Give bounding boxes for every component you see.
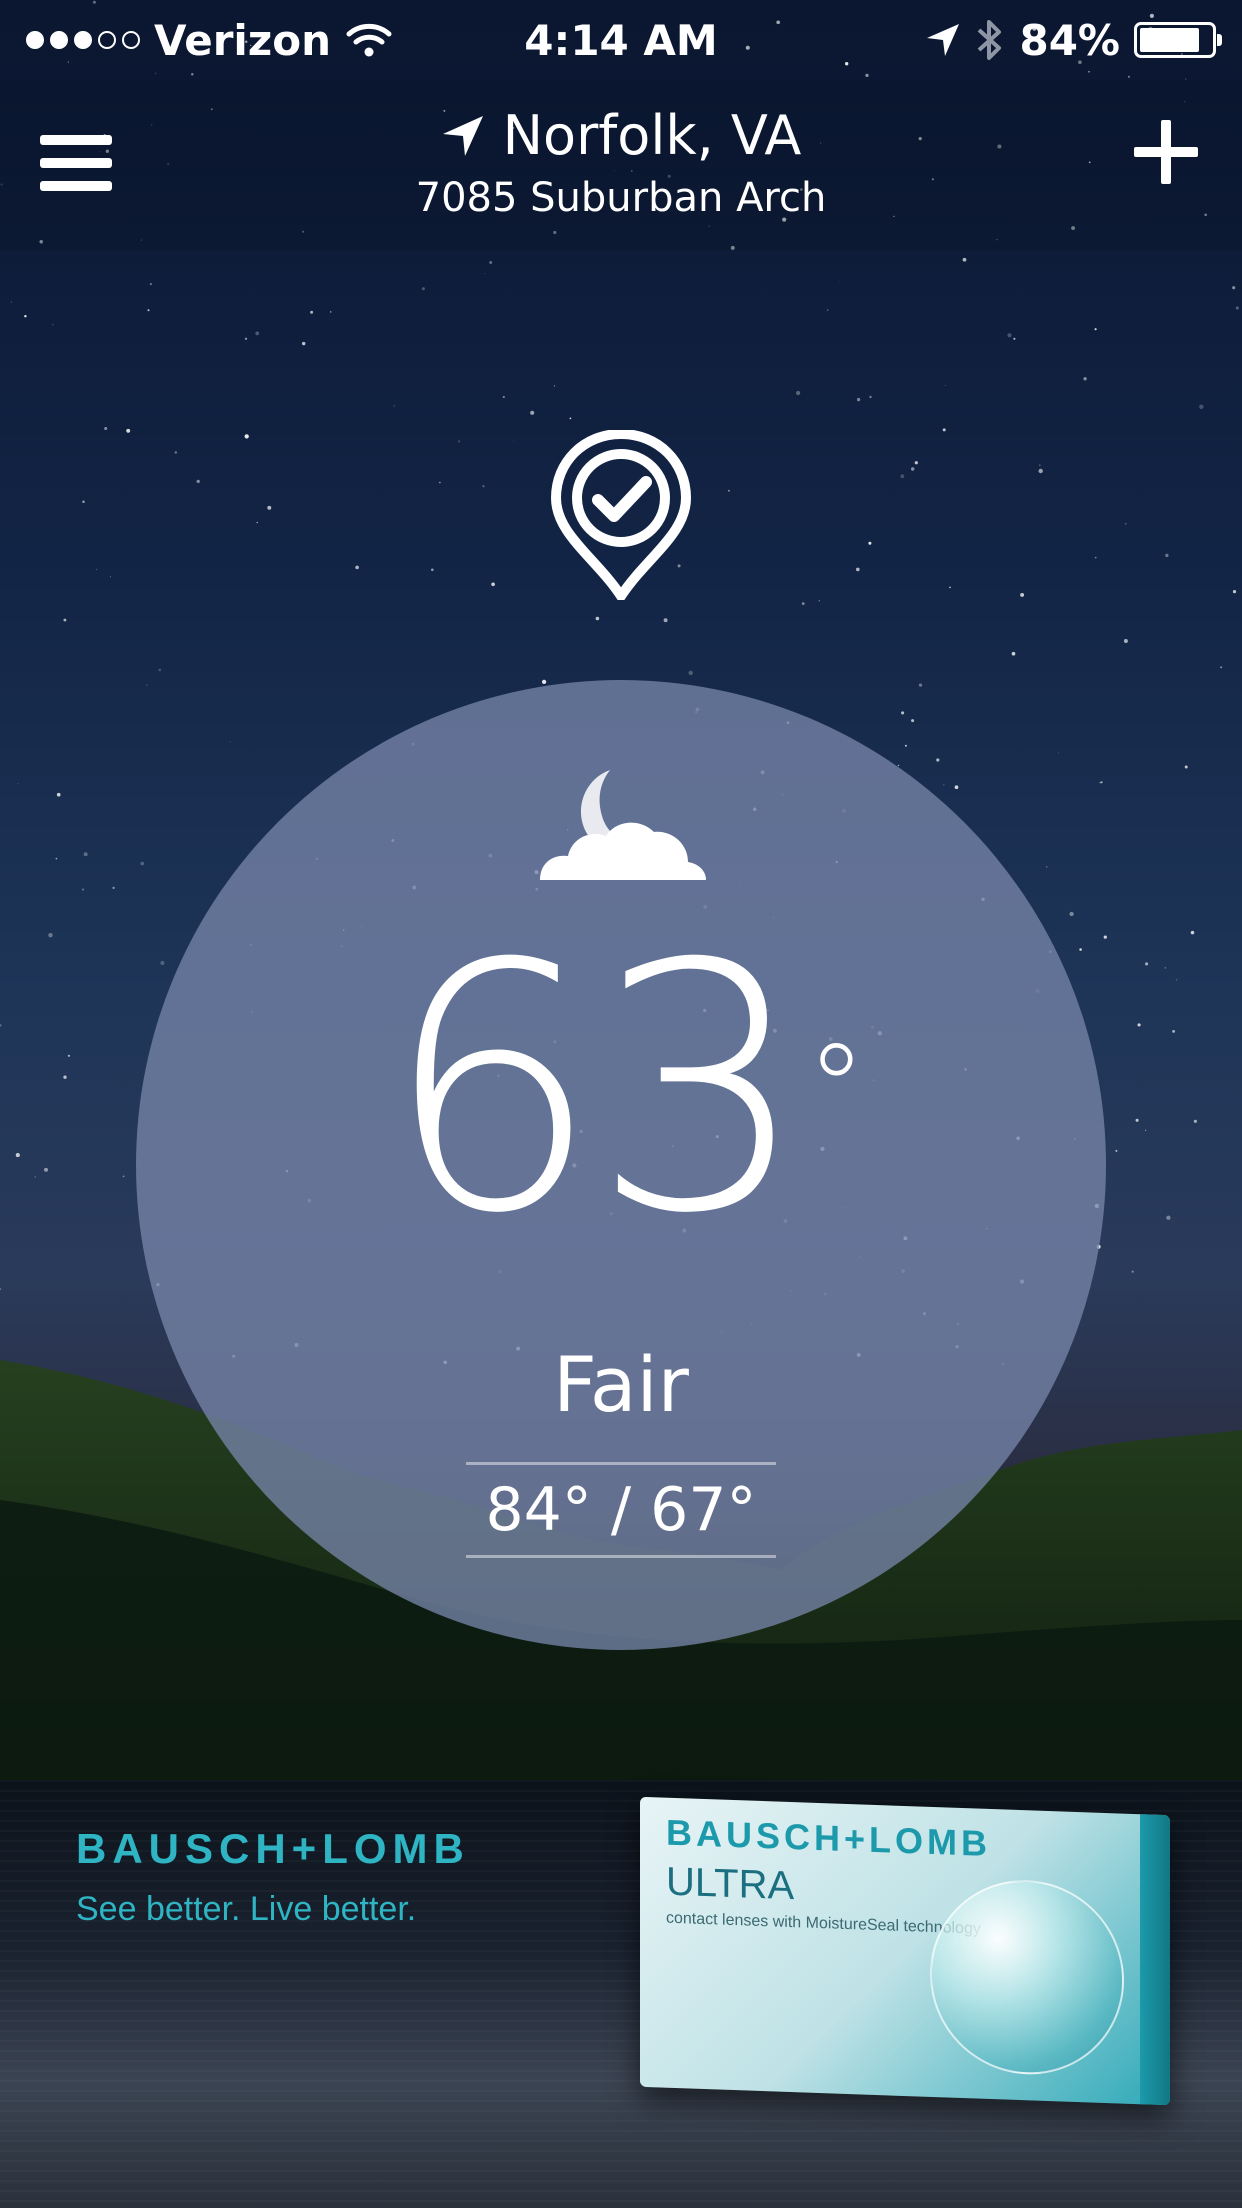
weather-condition: Fair	[553, 1340, 689, 1429]
check-location-pin-icon[interactable]	[548, 430, 694, 600]
contact-lens-image	[930, 1876, 1124, 2078]
product-box-image: BAUSCH+LOMB ULTRA contact lenses with Mo…	[640, 1796, 1170, 2106]
carrier-name: Verizon	[154, 15, 332, 65]
battery-percent: 84%	[1019, 15, 1120, 65]
signal-dot	[26, 31, 44, 49]
signal-dot	[122, 31, 140, 49]
location-selector[interactable]: Norfolk, VA 7085 Suburban Arch	[0, 104, 1242, 221]
bluetooth-icon	[978, 20, 1002, 60]
status-bar: Verizon 4:14 AM 84%	[0, 0, 1242, 80]
street-address: 7085 Suburban Arch	[415, 175, 827, 221]
product-box-subtitle: contact lenses with MoistureSeal technol…	[666, 1909, 981, 1938]
product-box-brand: BAUSCH+LOMB	[666, 1811, 992, 1865]
temperature-value: 63	[383, 892, 809, 1288]
wifi-icon	[346, 23, 392, 57]
advertisement-banner[interactable]: BAUSCH+LOMB See better. Live better. BAU…	[0, 1780, 1242, 2140]
signal-strength-icon	[26, 31, 140, 49]
ad-brand-logo: BAUSCH+LOMB	[76, 1825, 470, 1872]
add-location-button[interactable]	[1134, 120, 1198, 184]
location-arrow-icon	[927, 24, 960, 56]
moon-cloud-icon	[540, 770, 706, 880]
degree-symbol: °	[806, 1020, 866, 1159]
signal-dot	[50, 31, 68, 49]
current-temperature: 63°	[0, 920, 1242, 1260]
location-header: Norfolk, VA 7085 Suburban Arch	[0, 80, 1242, 250]
signal-dot	[74, 31, 92, 49]
location-arrow-icon	[442, 115, 483, 156]
high-low-temperature: 84° / 67°	[466, 1462, 776, 1558]
ad-tagline: See better. Live better.	[76, 1890, 417, 1928]
city-name: Norfolk, VA	[502, 104, 802, 167]
signal-dot	[98, 31, 116, 49]
battery-icon	[1134, 22, 1222, 58]
product-box-name: ULTRA	[666, 1859, 795, 1909]
